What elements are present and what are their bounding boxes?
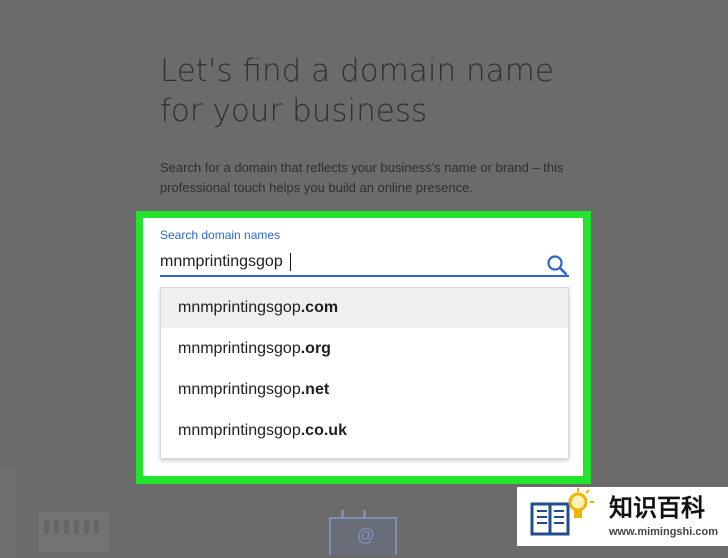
domain-option-base: mnmprintingsgop <box>178 340 301 357</box>
background-tower-graphic <box>0 468 16 558</box>
text-caret <box>290 253 291 271</box>
search-input-underline <box>160 275 569 277</box>
domain-option-base: mnmprintingsgop <box>178 381 301 398</box>
domain-option-tld: .co.uk <box>300 422 347 439</box>
billboard-at-symbol: @ <box>357 525 375 545</box>
search-field-label: Search domain names <box>160 228 281 242</box>
book-bulb-icon <box>530 488 594 536</box>
domain-option-tld: .net <box>300 381 330 398</box>
domain-option-com[interactable]: mnmprintingsgop.com <box>161 288 568 328</box>
domain-option-tld: .com <box>300 299 339 316</box>
domain-option-base: mnmprintingsgop <box>178 299 301 316</box>
search-icon[interactable] <box>546 254 568 276</box>
page-headline: Let's find a domain name for your busine… <box>160 53 554 129</box>
domain-option-base: mnmprintingsgop <box>178 422 301 439</box>
page-subtext: Search for a domain that reflects your b… <box>160 160 564 195</box>
domain-search-input[interactable] <box>160 250 534 274</box>
watermark-title: 知识百科 <box>609 494 705 522</box>
watermark-url: www.mimingshi.com <box>609 526 718 538</box>
domain-option-tld: .org <box>300 340 331 357</box>
domain-suggestions-dropdown: mnmprintingsgop.com mnmprintingsgop.org … <box>160 287 569 459</box>
domain-option-net[interactable]: mnmprintingsgop.net <box>161 370 568 410</box>
background-billboard-graphic: @ <box>329 510 397 555</box>
domain-option-co-uk[interactable]: mnmprintingsgop.co.uk <box>161 411 568 451</box>
background-building-graphic <box>38 512 109 552</box>
domain-option-org[interactable]: mnmprintingsgop.org <box>161 329 568 369</box>
